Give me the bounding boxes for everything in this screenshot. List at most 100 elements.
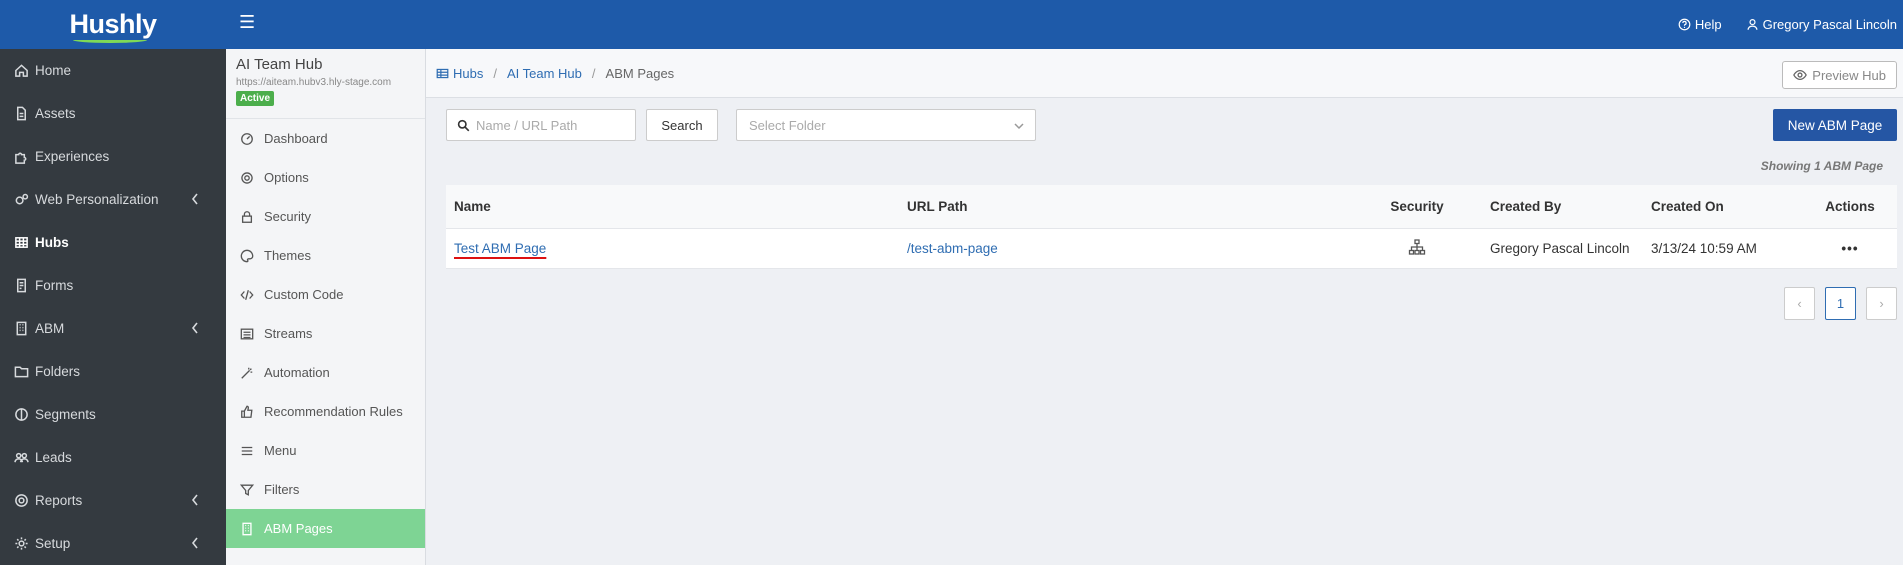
magic-wand-icon	[241, 367, 253, 379]
hub-item-recommendation-rules[interactable]: Recommendation Rules	[226, 392, 425, 431]
search-button[interactable]: Search	[646, 109, 718, 141]
result-count: Showing 1 ABM Page	[1760, 159, 1883, 173]
building-icon	[242, 522, 252, 535]
lock-icon	[241, 210, 253, 223]
hub-item-dashboard[interactable]: Dashboard	[226, 119, 425, 158]
grid-icon	[15, 237, 28, 248]
col-header-actions: Actions	[1825, 199, 1875, 214]
row-created-on: 3/13/24 10:59 AM	[1651, 241, 1757, 256]
sidebar-item-leads[interactable]: Leads	[0, 436, 226, 479]
palette-icon	[240, 249, 254, 262]
col-header-url[interactable]: URL Path	[899, 199, 1352, 214]
folder-select-placeholder: Select Folder	[749, 117, 826, 133]
search-input[interactable]	[476, 117, 626, 133]
folder-select[interactable]: Select Folder	[736, 109, 1036, 141]
hub-item-abm-pages[interactable]: ABM Pages	[226, 509, 425, 548]
users-icon	[14, 452, 29, 463]
code-icon	[240, 289, 254, 300]
abm-pages-table: Name URL Path Security Created By Create…	[446, 185, 1897, 269]
sidebar-item-experiences[interactable]: Experiences	[0, 135, 226, 178]
sidebar-item-abm[interactable]: ABM	[0, 307, 226, 350]
sidebar-item-reports[interactable]: Reports	[0, 479, 226, 522]
row-name-link[interactable]: Test ABM Page	[454, 241, 546, 256]
sidebar-item-home[interactable]: Home	[0, 49, 226, 92]
pagination-page-1[interactable]: 1	[1825, 287, 1856, 320]
filter-icon	[240, 484, 254, 496]
new-abm-page-button[interactable]: New ABM Page	[1773, 109, 1897, 141]
hub-item-automation[interactable]: Automation	[226, 353, 425, 392]
main-content: Hubs / AI Team Hub / ABM Pages Preview H…	[426, 49, 1903, 565]
setup-gear-icon	[15, 537, 28, 550]
breadcrumb-hubs[interactable]: Hubs	[436, 66, 483, 81]
col-header-created-by[interactable]: Created By	[1482, 199, 1643, 214]
row-security	[1352, 238, 1482, 259]
help-label: Help	[1694, 17, 1722, 32]
breadcrumb: Hubs / AI Team Hub / ABM Pages Preview H…	[426, 49, 1903, 98]
pagination-prev-button[interactable]: ‹	[1784, 287, 1815, 320]
hub-url: https://aiteam.hubv3.hly-stage.com	[236, 77, 392, 88]
row-actions-icon[interactable]: •••	[1841, 241, 1858, 256]
folder-icon	[14, 366, 29, 378]
chevron-left-icon	[191, 322, 198, 334]
help-link[interactable]: Help	[1678, 17, 1722, 32]
preview-hub-button[interactable]: Preview Hub	[1782, 61, 1897, 89]
hub-item-filters[interactable]: Filters	[226, 470, 425, 509]
hub-item-options[interactable]: Options	[226, 158, 425, 197]
logo-area[interactable]: Hushly	[0, 0, 226, 49]
sidebar-item-web-personalization[interactable]: Web Personalization	[0, 178, 226, 221]
list-box-icon	[240, 328, 254, 339]
col-header-created-on[interactable]: Created On	[1643, 199, 1803, 214]
user-name: Gregory Pascal Lincoln	[1762, 17, 1897, 32]
hushly-logo: Hushly	[69, 9, 157, 43]
building-icon	[16, 321, 27, 336]
dashboard-gauge-icon	[241, 132, 253, 145]
hub-title: AI Team Hub	[236, 56, 323, 73]
gear-cluster-icon	[15, 193, 29, 205]
sidebar-item-segments[interactable]: Segments	[0, 393, 226, 436]
table-icon	[436, 68, 449, 78]
form-icon	[17, 278, 26, 293]
reports-icon	[15, 494, 28, 507]
top-bar: Hushly ☰ Help Gregory Pascal Lincoln	[0, 0, 1903, 49]
pagination-next-button[interactable]: ›	[1866, 287, 1897, 320]
breadcrumb-separator: /	[591, 65, 596, 81]
chevron-left-icon	[191, 193, 198, 205]
breadcrumb-hub[interactable]: AI Team Hub	[507, 66, 582, 81]
logo-swoosh	[73, 37, 148, 43]
main-sidebar: Home Assets Experiences Web Personalizat…	[0, 49, 226, 565]
row-url-link[interactable]: /test-abm-page	[907, 241, 998, 256]
hub-header: AI Team Hub https://aiteam.hubv3.hly-sta…	[226, 49, 425, 119]
user-menu[interactable]: Gregory Pascal Lincoln	[1746, 17, 1897, 32]
col-header-security: Security	[1390, 199, 1444, 214]
pagination: ‹ 1 ›	[1784, 287, 1897, 320]
hub-item-streams[interactable]: Streams	[226, 314, 425, 353]
breadcrumb-separator: /	[493, 65, 497, 81]
hamburger-menu-icon[interactable]: ☰	[239, 12, 255, 33]
thumbs-up-icon	[241, 405, 253, 418]
bars-icon	[241, 446, 253, 455]
sidebar-item-setup[interactable]: Setup	[0, 522, 226, 565]
sidebar-item-hubs[interactable]: Hubs	[0, 221, 226, 264]
question-circle-icon	[1678, 18, 1691, 31]
chevron-left-icon	[191, 537, 198, 549]
table-row: Test ABM Page /test-abm-page Gregory Pas…	[446, 229, 1897, 269]
sidebar-item-assets[interactable]: Assets	[0, 92, 226, 135]
sidebar-item-folders[interactable]: Folders	[0, 350, 226, 393]
hub-item-menu[interactable]: Menu	[226, 431, 425, 470]
puzzle-icon	[15, 152, 27, 164]
row-created-by: Gregory Pascal Lincoln	[1490, 241, 1630, 256]
chevron-left-icon	[191, 494, 198, 506]
sitemap-icon	[1408, 239, 1426, 255]
toolbar: Search Select Folder New ABM Page	[446, 109, 1897, 141]
eye-icon	[1793, 69, 1808, 81]
status-badge: Active	[236, 91, 275, 106]
hub-item-custom-code[interactable]: Custom Code	[226, 275, 425, 314]
gear-icon	[241, 171, 253, 184]
search-icon	[457, 119, 470, 131]
home-icon	[15, 64, 28, 77]
hub-item-themes[interactable]: Themes	[226, 236, 425, 275]
table-header: Name URL Path Security Created By Create…	[446, 185, 1897, 229]
col-header-name[interactable]: Name	[446, 199, 899, 214]
hub-item-security[interactable]: Security	[226, 197, 425, 236]
sidebar-item-forms[interactable]: Forms	[0, 264, 226, 307]
